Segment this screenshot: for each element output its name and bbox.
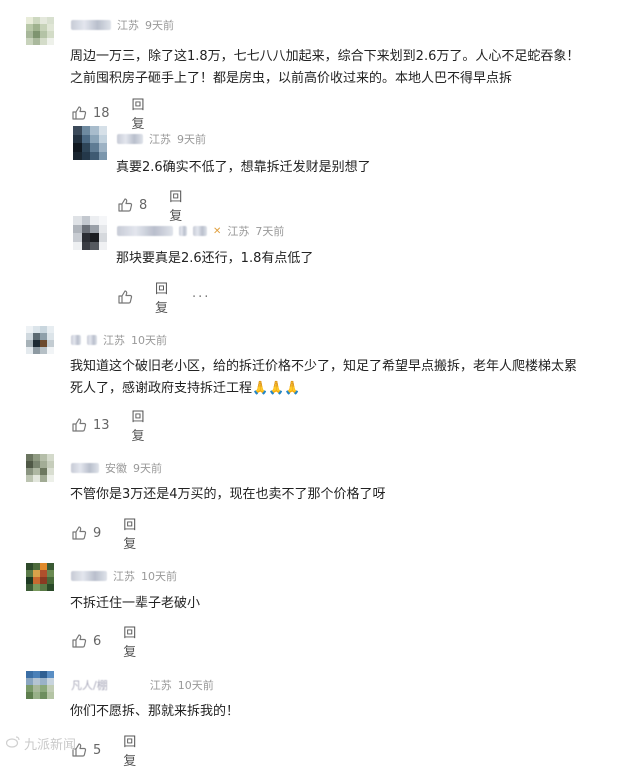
comment-text: 周边一万三，除了这1.8万，七七八八加起来，综合下来划到2.6万了。人心不足蛇吞… <box>70 49 580 86</box>
location: 江苏 <box>113 570 135 583</box>
timestamp: 9天前 <box>177 133 206 146</box>
avatar[interactable] <box>26 454 54 482</box>
timestamp: 10天前 <box>177 679 214 692</box>
location: 安徽 <box>105 462 127 475</box>
reply-button[interactable]: 回复 <box>132 94 145 132</box>
comment-text: 不管你是3万还是4万买的，现在也卖不了那个价格了呀 <box>70 487 386 502</box>
comment-meta: 江苏 10天前 <box>71 332 167 348</box>
avatar[interactable] <box>26 671 54 699</box>
comment-meta: 江苏 9天前 <box>117 131 206 147</box>
comment-meta: 凡人/棚 江苏 10天前 <box>71 677 214 693</box>
reply-button[interactable]: 回复 <box>132 406 145 444</box>
weibo-logo-icon <box>5 735 20 752</box>
reply-button[interactable]: 回复 <box>123 622 136 660</box>
comment-actions: 13 回复 <box>71 406 145 444</box>
like-count: 9 <box>93 525 102 541</box>
location: 江苏 <box>149 133 171 146</box>
thumbs-up-icon <box>71 525 87 541</box>
comment-actions: 8 回复 <box>117 186 182 224</box>
comment-text: 不拆迁住一辈子老破小 <box>70 596 201 611</box>
reply-button[interactable]: 回复 <box>123 514 136 552</box>
like-count: 18 <box>93 105 110 121</box>
avatar[interactable] <box>73 126 107 160</box>
avatar[interactable] <box>26 326 54 354</box>
like-count: 8 <box>139 197 148 213</box>
like-button[interactable] <box>117 289 133 305</box>
comment-meta: 安徽 9天前 <box>71 460 162 476</box>
like-count: 6 <box>93 633 102 649</box>
timestamp: 10天前 <box>141 570 177 583</box>
comment-meta: ✕ 江苏 7天前 <box>117 223 284 239</box>
location: 江苏 <box>117 19 139 32</box>
thumbs-up-icon <box>71 417 87 433</box>
like-count: 5 <box>93 742 102 758</box>
more-options-icon[interactable]: ··· <box>192 290 210 305</box>
like-button[interactable]: 9 <box>71 525 101 541</box>
reply-button[interactable]: 回复 <box>155 278 168 316</box>
thumbs-up-icon <box>117 197 133 213</box>
like-button[interactable]: 18 <box>71 105 110 121</box>
watermark-text: 九派新闻 <box>24 738 77 753</box>
comment-meta: 江苏 9天前 <box>71 17 174 33</box>
avatar[interactable] <box>73 216 107 250</box>
timestamp: 9天前 <box>145 19 174 32</box>
comment-text: 真要2.6确实不低了，想靠拆迁发财是别想了 <box>116 160 371 175</box>
username-blurred[interactable] <box>117 134 143 144</box>
timestamp: 9天前 <box>133 462 162 475</box>
avatar[interactable] <box>26 563 54 591</box>
like-button[interactable]: 8 <box>117 197 147 213</box>
watermark: 九派新闻 <box>5 734 77 753</box>
comment-actions: 9 回复 <box>71 514 136 552</box>
comment-actions: 6 回复 <box>71 622 136 660</box>
location: 江苏 <box>227 225 250 238</box>
comment-text: 那块要真是2.6还行，1.8有点低了 <box>116 251 314 266</box>
username-blurred[interactable] <box>117 226 173 236</box>
like-button[interactable]: 6 <box>71 633 101 649</box>
thumbs-up-icon <box>117 289 133 305</box>
comment-meta: 江苏 10天前 <box>71 568 177 584</box>
reply-button[interactable]: 回复 <box>169 186 182 224</box>
comment-text: 我知道这个破旧老小区，给的拆迁价格不少了，知足了希望早点搬拆，老年人爬楼梯太累 … <box>70 359 578 396</box>
like-button[interactable]: 13 <box>71 417 110 433</box>
location: 江苏 <box>149 679 172 692</box>
avatar[interactable] <box>26 17 54 45</box>
comment-actions: 5 回复 <box>71 731 136 769</box>
like-count: 13 <box>93 417 110 433</box>
username-blurred[interactable] <box>71 335 81 345</box>
username[interactable]: 凡人/棚 <box>71 677 108 693</box>
comment-text: 你们不愿拆、那就来拆我的！ <box>70 704 240 719</box>
location: 江苏 <box>103 334 125 347</box>
vip-badge-icon: ✕ <box>213 225 222 237</box>
thumbs-up-icon <box>71 633 87 649</box>
username-blurred[interactable] <box>71 20 111 30</box>
comment-actions: 回复 ··· <box>117 278 210 316</box>
reply-button[interactable]: 回复 <box>123 731 136 769</box>
thumbs-up-icon <box>71 105 87 121</box>
username-blurred[interactable] <box>71 571 107 581</box>
timestamp: 10天前 <box>131 334 167 347</box>
timestamp: 7天前 <box>255 225 285 238</box>
username-blurred[interactable] <box>71 463 99 473</box>
